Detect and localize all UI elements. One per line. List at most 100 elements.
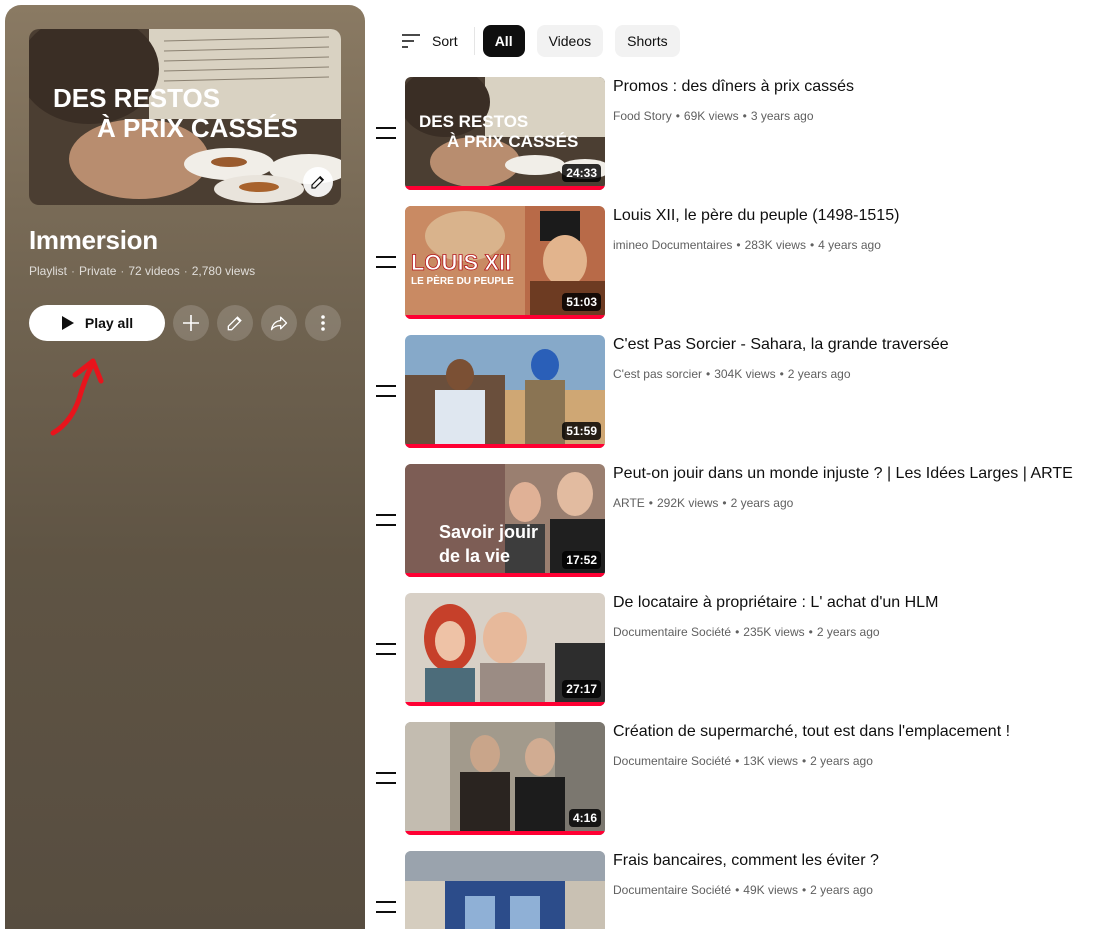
cover-text-line2: À PRIX CASSÉS bbox=[97, 113, 298, 143]
more-options-button[interactable] bbox=[305, 305, 341, 341]
add-icon bbox=[183, 315, 199, 331]
sort-icon bbox=[402, 34, 420, 48]
drag-handle-icon[interactable] bbox=[376, 385, 396, 397]
video-thumbnail[interactable]: 4:16 bbox=[405, 722, 605, 835]
pencil-icon bbox=[311, 175, 325, 189]
view-count: 69K views bbox=[683, 109, 739, 123]
playlist-video-row[interactable]: Frais bancaires, comment les éviter ? Do… bbox=[376, 851, 1086, 929]
video-title[interactable]: Frais bancaires, comment les éviter ? bbox=[613, 852, 879, 870]
playlist-type: Playlist bbox=[29, 264, 68, 278]
watch-progress-bar bbox=[405, 186, 605, 190]
thumb-overlay-line2: LE PÈRE DU PEUPLE bbox=[411, 274, 514, 287]
video-thumbnail[interactable]: Savoir jouir de la vie 17:52 bbox=[405, 464, 605, 577]
watch-progress-bar bbox=[405, 444, 605, 448]
playlist-views: 2,780 views bbox=[191, 264, 256, 278]
drag-handle-icon[interactable] bbox=[376, 514, 396, 526]
playlist-title: Immersion bbox=[29, 225, 158, 255]
video-duration: 51:03 bbox=[562, 293, 601, 311]
thumb-overlay-line2: À PRIX CASSÉS bbox=[447, 132, 578, 151]
video-meta: Documentaire Société • 235K views • 2 year… bbox=[613, 625, 880, 639]
thumb-overlay-line1: Savoir jouir bbox=[439, 522, 538, 542]
edit-cover-button[interactable] bbox=[303, 167, 333, 197]
thumb-overlay-line1: LOUIS XII bbox=[411, 250, 511, 275]
view-count: 13K views bbox=[743, 754, 798, 768]
upload-age: 2 years ago bbox=[810, 883, 873, 897]
view-count: 49K views bbox=[743, 883, 798, 897]
channel-name[interactable]: Documentaire Société bbox=[613, 883, 731, 897]
channel-name[interactable]: ARTE bbox=[613, 496, 645, 510]
video-thumbnail[interactable]: 27:17 bbox=[405, 593, 605, 706]
playlist-cover-thumbnail[interactable]: DES RESTOS À PRIX CASSÉS bbox=[29, 29, 341, 205]
share-icon bbox=[270, 316, 288, 331]
cover-text-line1: DES RESTOS bbox=[53, 83, 220, 113]
upload-age: 3 years ago bbox=[750, 109, 814, 123]
playlist-video-count: 72 videos bbox=[128, 264, 180, 278]
video-title[interactable]: C'est Pas Sorcier - Sahara, la grande tr… bbox=[613, 336, 949, 354]
drag-handle-icon[interactable] bbox=[376, 772, 396, 784]
thumb-overlay-line2: de la vie bbox=[439, 546, 510, 566]
drag-handle-icon[interactable] bbox=[376, 643, 396, 655]
edit-icon bbox=[227, 316, 242, 331]
video-meta: ARTE • 292K views • 2 years ago bbox=[613, 496, 794, 510]
meta-separator: · bbox=[120, 264, 125, 278]
video-thumbnail[interactable]: 51:59 bbox=[405, 335, 605, 448]
edit-button[interactable] bbox=[217, 305, 253, 341]
chip-divider bbox=[473, 27, 475, 55]
video-duration: 17:52 bbox=[562, 551, 601, 569]
video-meta: imineo Documentaires • 283K views • 4 year… bbox=[613, 238, 881, 252]
video-meta: Documentaire Société • 49K views • 2 years… bbox=[613, 883, 873, 897]
sort-label: Sort bbox=[432, 33, 458, 49]
chip-videos[interactable]: Videos bbox=[536, 25, 604, 57]
playlist-video-row[interactable]: Savoir jouir de la vie 17:52 Peut-on jou… bbox=[376, 464, 1086, 577]
playlist-privacy[interactable]: Private bbox=[79, 264, 116, 278]
video-thumbnail[interactable]: DES RESTOS À PRIX CASSÉS 24:33 bbox=[405, 77, 605, 190]
chip-all[interactable]: All bbox=[482, 25, 525, 57]
video-thumbnail[interactable]: LOUIS XII LE PÈRE DU PEUPLE 51:03 bbox=[405, 206, 605, 319]
view-count: 292K views bbox=[657, 496, 719, 510]
upload-age: 2 years ago bbox=[816, 625, 880, 639]
playlist-video-row[interactable]: 51:59 C'est Pas Sorcier - Sahara, la gra… bbox=[376, 335, 1086, 448]
upload-age: 2 years ago bbox=[787, 367, 851, 381]
upload-age: 4 years ago bbox=[818, 238, 881, 252]
playlist-video-row[interactable]: 27:17 De locataire à propriétaire : L' a… bbox=[376, 593, 1086, 706]
video-title[interactable]: De locataire à propriétaire : L' achat d… bbox=[613, 594, 938, 612]
add-button[interactable] bbox=[173, 305, 209, 341]
thumbnail-image bbox=[405, 851, 605, 929]
channel-name[interactable]: Documentaire Société bbox=[613, 754, 731, 768]
watch-progress-bar bbox=[405, 315, 605, 319]
view-count: 304K views bbox=[714, 367, 776, 381]
channel-name[interactable]: imineo Documentaires bbox=[613, 238, 732, 252]
video-thumbnail[interactable] bbox=[405, 851, 605, 929]
watch-progress-bar bbox=[405, 831, 605, 835]
view-count: 283K views bbox=[744, 238, 806, 252]
play-all-label: Play all bbox=[84, 315, 134, 331]
channel-name[interactable]: Food Story bbox=[613, 109, 672, 123]
playlist-meta: Playlist · Private · 72 videos · 2,780 v… bbox=[29, 264, 255, 278]
video-title[interactable]: Peut-on jouir dans un monde injuste ? | … bbox=[613, 465, 1073, 483]
video-duration: 24:33 bbox=[562, 164, 601, 182]
meta-separator: · bbox=[71, 264, 76, 278]
video-meta: C'est pas sorcier • 304K views • 2 years a… bbox=[613, 367, 851, 381]
channel-name[interactable]: Documentaire Société bbox=[613, 625, 731, 639]
playlist-video-row[interactable]: DES RESTOS À PRIX CASSÉS 24:33 Promos : … bbox=[376, 77, 1086, 190]
drag-handle-icon[interactable] bbox=[376, 127, 396, 139]
sort-button[interactable]: Sort bbox=[400, 33, 458, 49]
playlist-video-row[interactable]: LOUIS XII LE PÈRE DU PEUPLE 51:03 Louis … bbox=[376, 206, 1086, 319]
video-title[interactable]: Promos : des dîners à prix cassés bbox=[613, 78, 854, 96]
share-button[interactable] bbox=[261, 305, 297, 341]
drag-handle-icon[interactable] bbox=[376, 256, 396, 268]
video-title[interactable]: Louis XII, le père du peuple (1498-1515) bbox=[613, 207, 899, 225]
cover-image: DES RESTOS À PRIX CASSÉS bbox=[29, 29, 341, 205]
annotation-arrow bbox=[50, 358, 104, 436]
upload-age: 2 years ago bbox=[730, 496, 794, 510]
view-count: 235K views bbox=[743, 625, 805, 639]
channel-name[interactable]: C'est pas sorcier bbox=[613, 367, 702, 381]
video-title[interactable]: Création de supermarché, tout est dans l… bbox=[613, 723, 1010, 741]
chip-shorts[interactable]: Shorts bbox=[615, 25, 680, 57]
watch-progress-bar bbox=[405, 573, 605, 577]
playlist-header-panel: DES RESTOS À PRIX CASSÉS Immersion Playl… bbox=[5, 5, 365, 929]
playlist-video-row[interactable]: 4:16 Création de supermarché, tout est d… bbox=[376, 722, 1086, 835]
filter-bar: Sort All Videos Shorts bbox=[400, 25, 692, 57]
drag-handle-icon[interactable] bbox=[376, 901, 396, 913]
play-all-button[interactable]: Play all bbox=[29, 305, 165, 341]
